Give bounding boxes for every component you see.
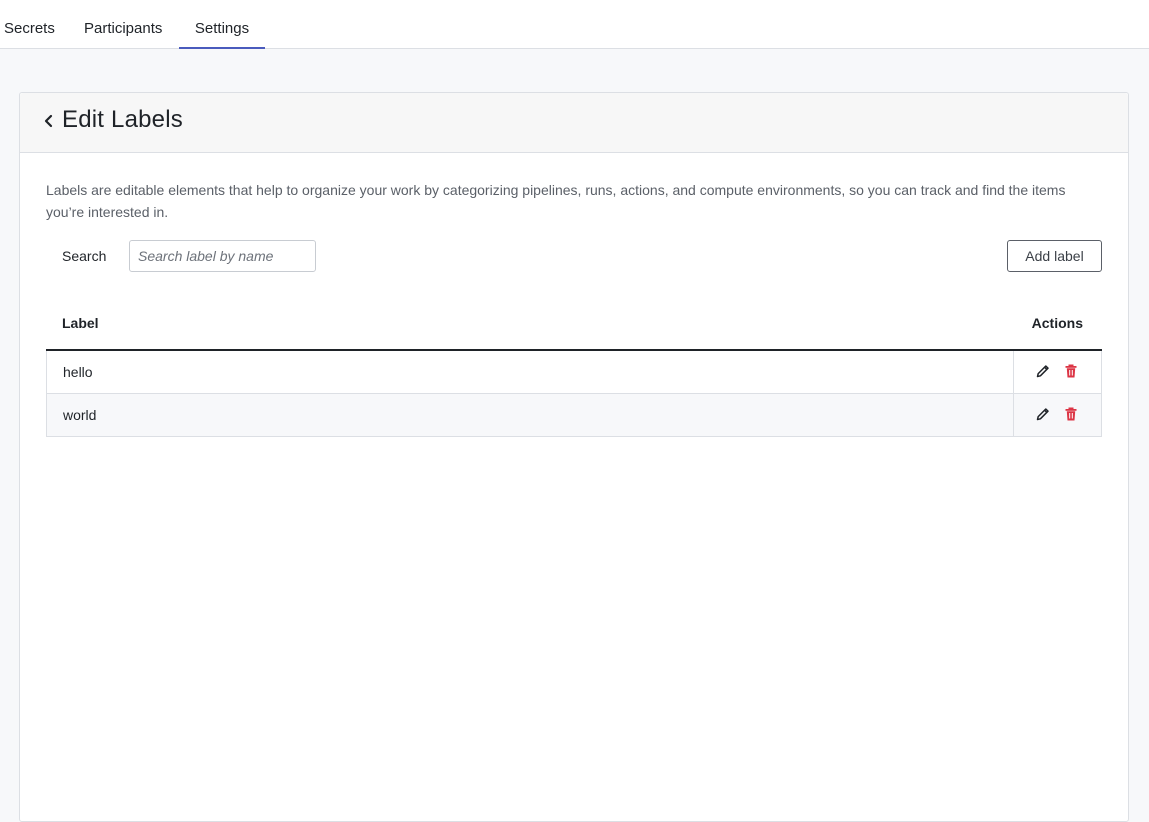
actions-cell (1013, 394, 1101, 436)
back-button[interactable] (42, 111, 56, 131)
label-cell: world (63, 407, 97, 423)
add-label-button[interactable]: Add label (1007, 240, 1102, 272)
tab-participants[interactable]: Participants (84, 0, 162, 49)
delete-label-button[interactable] (1063, 406, 1079, 422)
actions-cell (1013, 351, 1101, 393)
trash-icon (1065, 407, 1077, 421)
column-header-label: Label (62, 315, 99, 331)
card-header: Edit Labels (20, 93, 1128, 153)
labels-table: Label Actions hello world (46, 298, 1102, 437)
column-header-actions: Actions (1031, 315, 1083, 331)
edit-label-button[interactable] (1035, 363, 1051, 379)
page-description: Labels are editable elements that help t… (46, 182, 1066, 220)
pencil-icon (1036, 408, 1049, 421)
search-label: Search (62, 248, 107, 264)
table-row: hello (46, 351, 1102, 394)
tab-settings[interactable]: Settings (179, 0, 265, 49)
label-cell: hello (63, 364, 93, 380)
trash-icon (1065, 364, 1077, 378)
page-title: Edit Labels (62, 106, 183, 133)
chevron-left-icon (44, 114, 53, 128)
search-input[interactable] (129, 240, 316, 272)
table-row: world (46, 394, 1102, 437)
pencil-icon (1036, 365, 1049, 378)
table-header: Label Actions (46, 298, 1102, 351)
tab-bar: Secrets Participants Settings (0, 0, 1149, 49)
tab-secrets[interactable]: Secrets (4, 0, 55, 49)
labels-card: Edit Labels Labels are editable elements… (19, 92, 1129, 822)
edit-label-button[interactable] (1035, 406, 1051, 422)
delete-label-button[interactable] (1063, 363, 1079, 379)
